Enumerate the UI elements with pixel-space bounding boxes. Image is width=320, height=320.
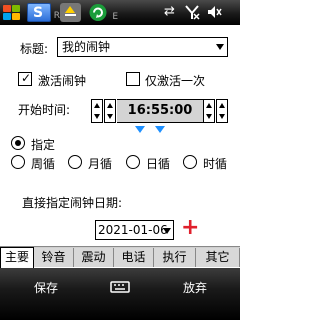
minute-caret-icon xyxy=(155,126,165,133)
app-s-glyph: S xyxy=(33,5,44,21)
radio-daily[interactable] xyxy=(126,155,140,169)
add-date-button[interactable]: + xyxy=(181,217,199,239)
radio-daily-label: 日循 xyxy=(146,157,171,171)
radio-specified-label: 指定 xyxy=(31,138,56,152)
time-spinner-right-a[interactable] xyxy=(203,99,215,123)
radio-hourly-label: 时循 xyxy=(203,157,228,171)
radio-specified[interactable] xyxy=(11,136,25,150)
hour-caret-icon xyxy=(135,126,145,133)
signal-icon[interactable] xyxy=(184,4,200,25)
windows-start-icon[interactable] xyxy=(1,3,23,22)
speaker-muted-icon[interactable] xyxy=(206,4,222,25)
chevron-down-icon[interactable] xyxy=(163,228,171,234)
app-e-badge: E xyxy=(112,12,118,22)
time-spinner-left-a[interactable] xyxy=(91,99,103,123)
date-value: 2021-01-06 xyxy=(98,223,168,237)
title-field[interactable]: 我的闹钟 xyxy=(57,37,228,57)
status-bar: S R E ⇄ xyxy=(0,0,240,25)
tab-bar: 主要 铃音 震动 电话 执行 其它 xyxy=(0,246,240,268)
time-spinner-right-b[interactable] xyxy=(216,99,228,123)
time-spinner-left-b[interactable] xyxy=(104,99,116,123)
save-button[interactable]: 保存 xyxy=(34,280,58,296)
refresh-app-icon[interactable]: E xyxy=(88,3,118,22)
discard-button[interactable]: 放弃 xyxy=(183,280,207,296)
connectivity-arrows-icon[interactable]: ⇄ xyxy=(164,4,175,20)
activate-once-label: 仅激活一次 xyxy=(145,74,206,88)
start-time-value[interactable]: 16:55:00 xyxy=(117,99,203,123)
radio-monthly[interactable] xyxy=(68,155,82,169)
activate-once-checkbox[interactable] xyxy=(126,72,140,86)
tab-main[interactable]: 主要 xyxy=(0,247,34,268)
chevron-down-icon[interactable] xyxy=(216,44,224,50)
tab-phone[interactable]: 电话 xyxy=(114,248,154,267)
keyboard-icon[interactable] xyxy=(110,279,130,295)
date-picker[interactable]: 2021-01-06 xyxy=(95,220,174,240)
date-label: 直接指定闹钟日期: xyxy=(22,196,123,210)
tab-ringtone[interactable]: 铃音 xyxy=(34,248,74,267)
tab-vibrate[interactable]: 震动 xyxy=(74,248,114,267)
radio-monthly-label: 月循 xyxy=(88,157,113,171)
tab-other[interactable]: 其它 xyxy=(196,248,240,267)
start-time-label: 开始时间: xyxy=(18,103,71,117)
running-app-s-icon[interactable]: S R xyxy=(27,3,60,22)
radio-hourly[interactable] xyxy=(183,155,197,169)
checkmark-icon: ✓ xyxy=(21,71,32,85)
tab-execute[interactable]: 执行 xyxy=(154,248,196,267)
title-value: 我的闹钟 xyxy=(62,40,111,54)
title-label: 标题: xyxy=(20,42,49,56)
activate-alarm-checkbox[interactable]: ✓ xyxy=(18,71,32,86)
radio-weekly-label: 周循 xyxy=(31,157,56,171)
recycle-icon[interactable] xyxy=(60,3,81,22)
activate-alarm-label: 激活闹钟 xyxy=(38,74,87,88)
soft-key-bar: 保存 放弃 xyxy=(0,268,240,320)
radio-weekly[interactable] xyxy=(11,155,25,169)
